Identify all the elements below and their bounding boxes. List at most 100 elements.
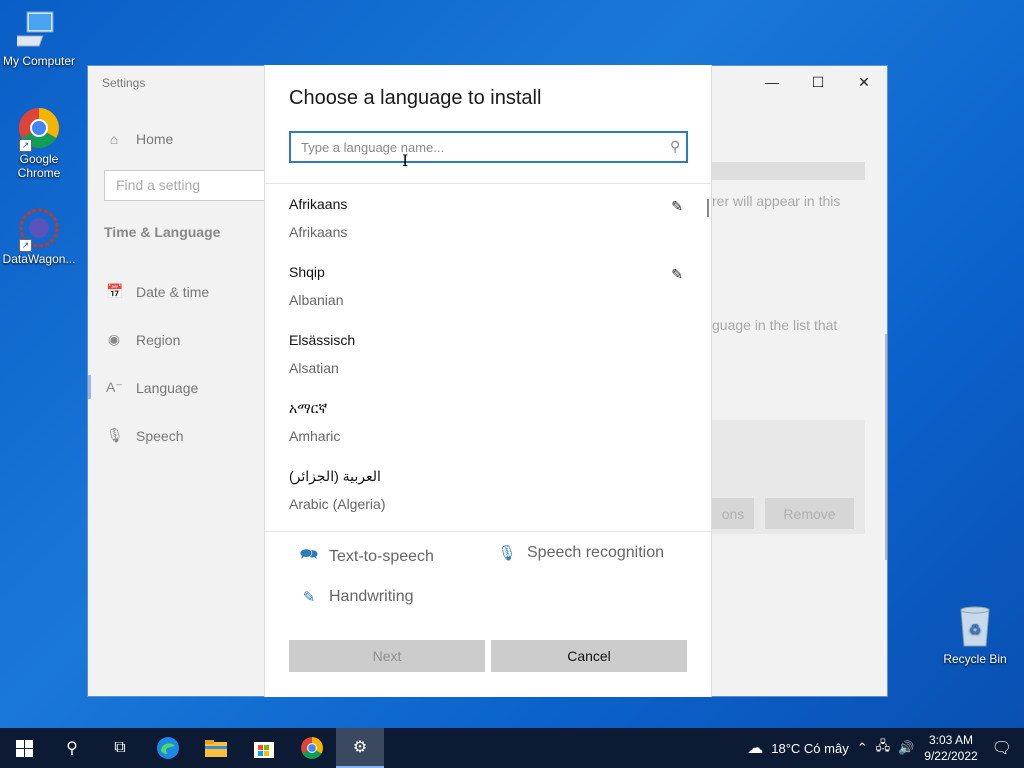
handwriting-icon: ✎ (671, 198, 683, 214)
desktop-icon-label: My Computer (2, 54, 76, 68)
feature-speech-recognition: 🎙 Speech recognition (497, 544, 664, 562)
language-english-name: Afrikaans (289, 224, 348, 240)
language-list[interactable]: Afrikaans Afrikaans ✎ Shqip Albanian ✎ E… (265, 184, 711, 531)
language-native-name: العربية (الجزائر) (289, 468, 381, 484)
text-to-speech-icon: 🗪 (299, 546, 319, 563)
language-native-name: አማርኛ (289, 400, 328, 416)
weather-text[interactable]: 18°C Có mây (771, 741, 848, 756)
desktop-icon-recycle-bin[interactable]: ♻ Recycle Bin (938, 604, 1012, 666)
desktop-icon-label: DataWagon... (2, 252, 76, 266)
taskbar: ⚲ ⧉ ⚙ ☁ 18°C Có mây ⌃ 🖧 🔊 3:03 AM 9/22/2… (0, 728, 1024, 768)
background-bar (712, 162, 865, 180)
nav-home-label: Home (136, 131, 174, 147)
language-item-amharic[interactable]: አማርኛ Amharic (265, 388, 711, 456)
search-icon: ⚲ (669, 138, 680, 154)
datawagon-icon: ↗ (17, 206, 61, 252)
maximize-button[interactable]: ☐ (795, 66, 841, 98)
find-setting-input[interactable]: Find a setting (104, 170, 266, 201)
chrome-taskbar-icon[interactable] (288, 728, 336, 768)
home-icon: ⌂ (109, 131, 119, 147)
selected-indicator (88, 375, 91, 399)
chevron-up-icon[interactable]: ⌃ (857, 740, 868, 756)
close-button[interactable]: ✕ (841, 66, 887, 98)
text-cursor-icon: I (402, 151, 409, 170)
remove-button[interactable]: Remove (765, 498, 854, 529)
search-icon[interactable]: ⚲ (48, 728, 96, 768)
language-english-name: Alsatian (289, 360, 339, 376)
shortcut-arrow-icon: ↗ (19, 239, 32, 252)
clock-time: 3:03 AM (928, 733, 973, 747)
nav-language[interactable]: A⁻ Language (106, 379, 198, 396)
language-search-box[interactable]: ⚲ (289, 131, 688, 163)
cancel-button[interactable]: Cancel (491, 640, 687, 672)
cloud-icon: ☁ (747, 740, 764, 757)
handwriting-icon: ✎ (671, 266, 683, 282)
desktop-icon-my-computer[interactable]: My Computer (1, 8, 77, 68)
background-text: rer will appear in this (712, 193, 841, 209)
feature-label: Text-to-speech (329, 547, 434, 565)
clock[interactable]: 3:03 AM 9/22/2022 (924, 732, 977, 764)
nav-label: Speech (136, 427, 184, 444)
start-button[interactable] (0, 728, 48, 768)
language-item-albanian[interactable]: Shqip Albanian ✎ (265, 252, 711, 320)
handwriting-icon: ✎ (302, 589, 316, 606)
computer-icon (8, 8, 61, 52)
nav-label: Language (136, 379, 199, 396)
file-explorer-icon[interactable] (192, 728, 240, 768)
language-native-name: Afrikaans (289, 196, 348, 212)
feature-handwriting: ✎ Handwriting (299, 588, 414, 606)
background-text: guage in the list that (712, 317, 838, 333)
recycle-bin-icon: ♻ (955, 604, 995, 648)
choose-language-dialog: Choose a language to install ⚲ I Afrikaa… (264, 65, 712, 697)
clock-date: 9/22/2022 (924, 749, 978, 763)
calendar-clock-icon: 📅 (106, 283, 124, 299)
desktop-icon-chrome[interactable]: ↗ Google Chrome (1, 106, 77, 180)
window-controls: — ☐ ✕ (749, 66, 887, 98)
system-tray: ☁ 18°C Có mây ⌃ 🖧 🔊 3:03 AM 9/22/2022 🗨 (743, 728, 1024, 768)
globe-icon: ◉ (107, 331, 121, 347)
list-scrollbar[interactable] (707, 199, 709, 217)
language-search-input[interactable] (291, 133, 641, 161)
microphone-icon: 🎙 (106, 427, 124, 443)
language-icon: A⁻ (106, 379, 123, 395)
network-icon[interactable]: 🖧 (876, 737, 891, 759)
edge-icon[interactable] (144, 728, 192, 768)
desktop-icon-label: Recycle Bin (943, 652, 1007, 666)
microphone-icon: 🎙 (497, 545, 517, 562)
minimize-button[interactable]: — (749, 66, 795, 98)
divider (265, 531, 711, 532)
settings-taskbar-icon[interactable]: ⚙ (336, 728, 384, 768)
notification-icon[interactable]: 🗨 (992, 738, 1012, 758)
feature-text-to-speech: 🗪 Text-to-speech (299, 544, 434, 569)
nav-date-time[interactable]: 📅 Date & time (106, 283, 209, 300)
store-icon[interactable] (240, 728, 288, 768)
next-button[interactable]: Next (289, 640, 485, 672)
task-view-icon[interactable]: ⧉ (96, 728, 144, 768)
language-item-afrikaans[interactable]: Afrikaans Afrikaans ✎ (265, 184, 711, 252)
nav-region[interactable]: ◉ Region (106, 331, 180, 348)
chrome-icon: ↗ (17, 106, 61, 152)
language-english-name: Albanian (289, 292, 344, 308)
nav-speech[interactable]: 🎙 Speech (106, 427, 183, 444)
shortcut-arrow-icon: ↗ (19, 139, 32, 152)
nav-home[interactable]: ⌂ Home (106, 131, 174, 147)
language-item-arabic-algeria[interactable]: العربية (الجزائر) Arabic (Algeria) (265, 456, 711, 524)
svg-text:♻: ♻ (969, 621, 982, 637)
scrollbar[interactable] (885, 334, 887, 560)
language-native-name: Elsässisch (289, 332, 356, 348)
language-native-name: Shqip (289, 264, 325, 280)
desktop-icon-label: Google Chrome (17, 152, 61, 180)
dialog-title: Choose a language to install (289, 87, 542, 109)
feature-label: Handwriting (329, 588, 414, 605)
language-english-name: Amharic (289, 428, 341, 444)
nav-label: Date & time (136, 283, 210, 300)
nav-label: Region (136, 331, 181, 348)
section-heading: Time & Language (104, 224, 221, 240)
language-english-name: Arabic (Algeria) (289, 496, 386, 512)
window-title: Settings (102, 76, 146, 90)
volume-icon[interactable]: 🔊 (898, 740, 914, 756)
options-button[interactable]: ons (712, 498, 754, 529)
language-item-alsatian[interactable]: Elsässisch Alsatian (265, 320, 711, 388)
feature-label: Speech recognition (527, 544, 664, 561)
desktop-icon-datawagon[interactable]: ↗ DataWagon... (1, 206, 77, 266)
